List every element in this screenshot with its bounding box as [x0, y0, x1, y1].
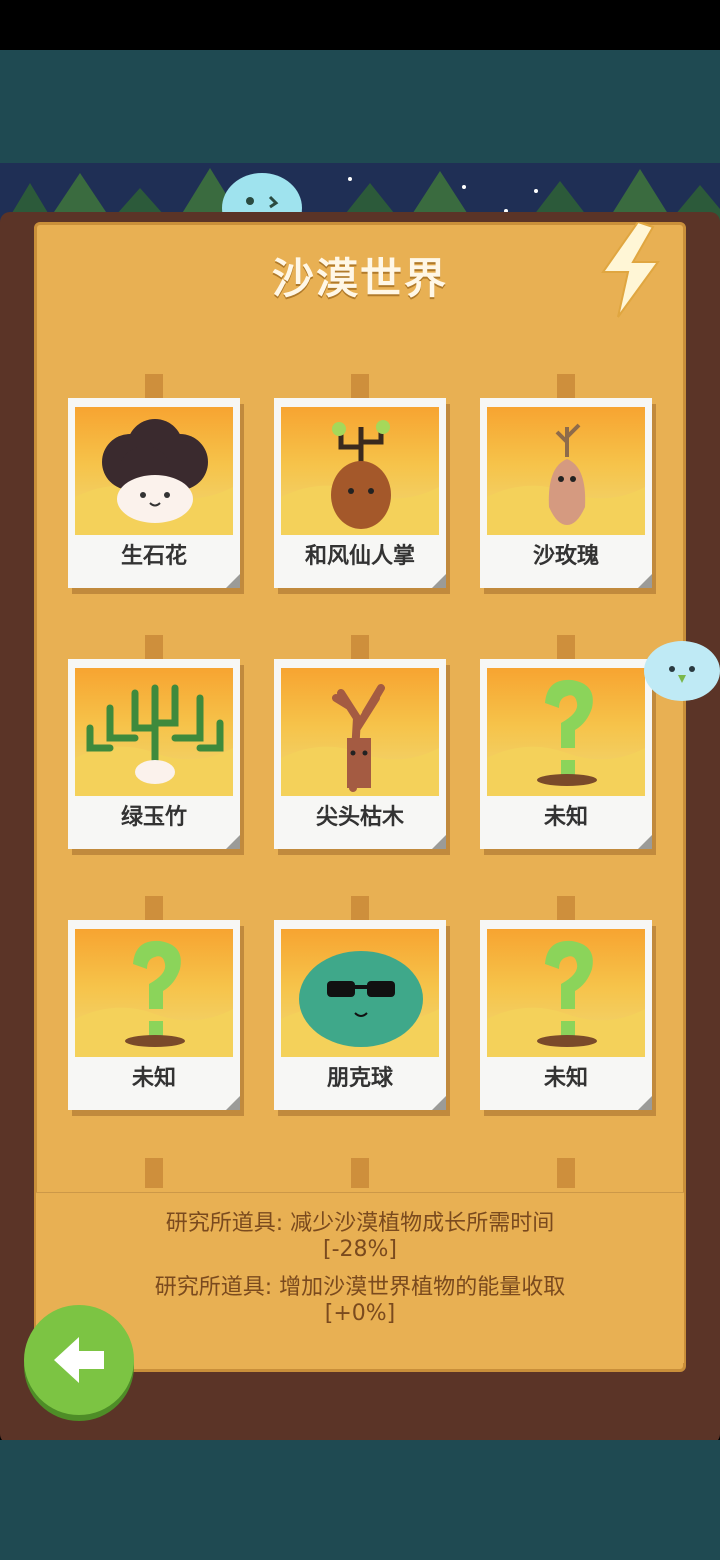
plant-name: 未知 — [543, 1066, 588, 1091]
plant-card-unknown[interactable]: 未知 — [480, 659, 652, 849]
page-fold — [638, 835, 652, 849]
plant-card-pencil-cactus[interactable]: 绿玉竹 — [68, 659, 240, 849]
tape — [557, 1158, 575, 1188]
plant-card-lithops[interactable]: 生石花 — [68, 398, 240, 588]
page-fold — [432, 835, 446, 849]
tape — [145, 1158, 163, 1188]
page-fold — [638, 574, 652, 588]
back-button[interactable] — [24, 1305, 134, 1415]
plant-name: 绿玉竹 — [120, 805, 187, 830]
desert-rose-icon — [487, 407, 645, 535]
arrow-left-icon — [54, 1337, 104, 1383]
page-fold — [226, 835, 240, 849]
plant-card-unknown[interactable]: 未知 — [68, 920, 240, 1110]
research-bonus-time-value: [-28%] — [322, 1237, 397, 1262]
lightning-icon — [601, 222, 660, 318]
tape — [351, 1158, 369, 1188]
plant-card-unknown[interactable]: 未知 — [480, 920, 652, 1110]
cactus-icon — [281, 407, 439, 535]
dead-tree-icon — [281, 668, 439, 796]
pencil-cactus-icon — [75, 668, 233, 796]
page-fold — [226, 574, 240, 588]
research-bonus-time-text: 研究所道具: 减少沙漠植物成长所需时间 — [165, 1211, 555, 1236]
page-fold — [638, 1096, 652, 1110]
status-bar — [0, 0, 720, 50]
page-fold — [432, 574, 446, 588]
plant-card-cactus[interactable]: 和风仙人掌 — [274, 398, 446, 588]
plant-name: 尖头枯木 — [315, 805, 404, 830]
background-bottom — [0, 1440, 720, 1560]
question-mark-icon — [487, 668, 645, 796]
page-fold — [226, 1096, 240, 1110]
plant-name: 未知 — [543, 805, 588, 830]
blob-creature-icon — [644, 641, 720, 701]
question-mark-icon — [487, 929, 645, 1057]
plant-name: 和风仙人掌 — [304, 544, 415, 569]
research-bonus-energy-text: 研究所道具: 增加沙漠世界植物的能量收取 — [154, 1275, 566, 1300]
plant-card-punk-ball[interactable]: 朋克球 — [274, 920, 446, 1110]
plant-name: 未知 — [131, 1066, 176, 1091]
plant-name: 朋克球 — [326, 1066, 393, 1091]
plant-name: 生石花 — [120, 544, 187, 569]
plant-card-dead-tree[interactable]: 尖头枯木 — [274, 659, 446, 849]
lithops-icon — [75, 407, 233, 535]
plant-card-desert-rose[interactable]: 沙玫瑰 — [480, 398, 652, 588]
punk-ball-icon — [281, 929, 439, 1057]
question-mark-icon — [75, 929, 233, 1057]
plant-name: 沙玫瑰 — [532, 544, 599, 569]
background-top — [0, 50, 720, 165]
page-fold — [432, 1096, 446, 1110]
